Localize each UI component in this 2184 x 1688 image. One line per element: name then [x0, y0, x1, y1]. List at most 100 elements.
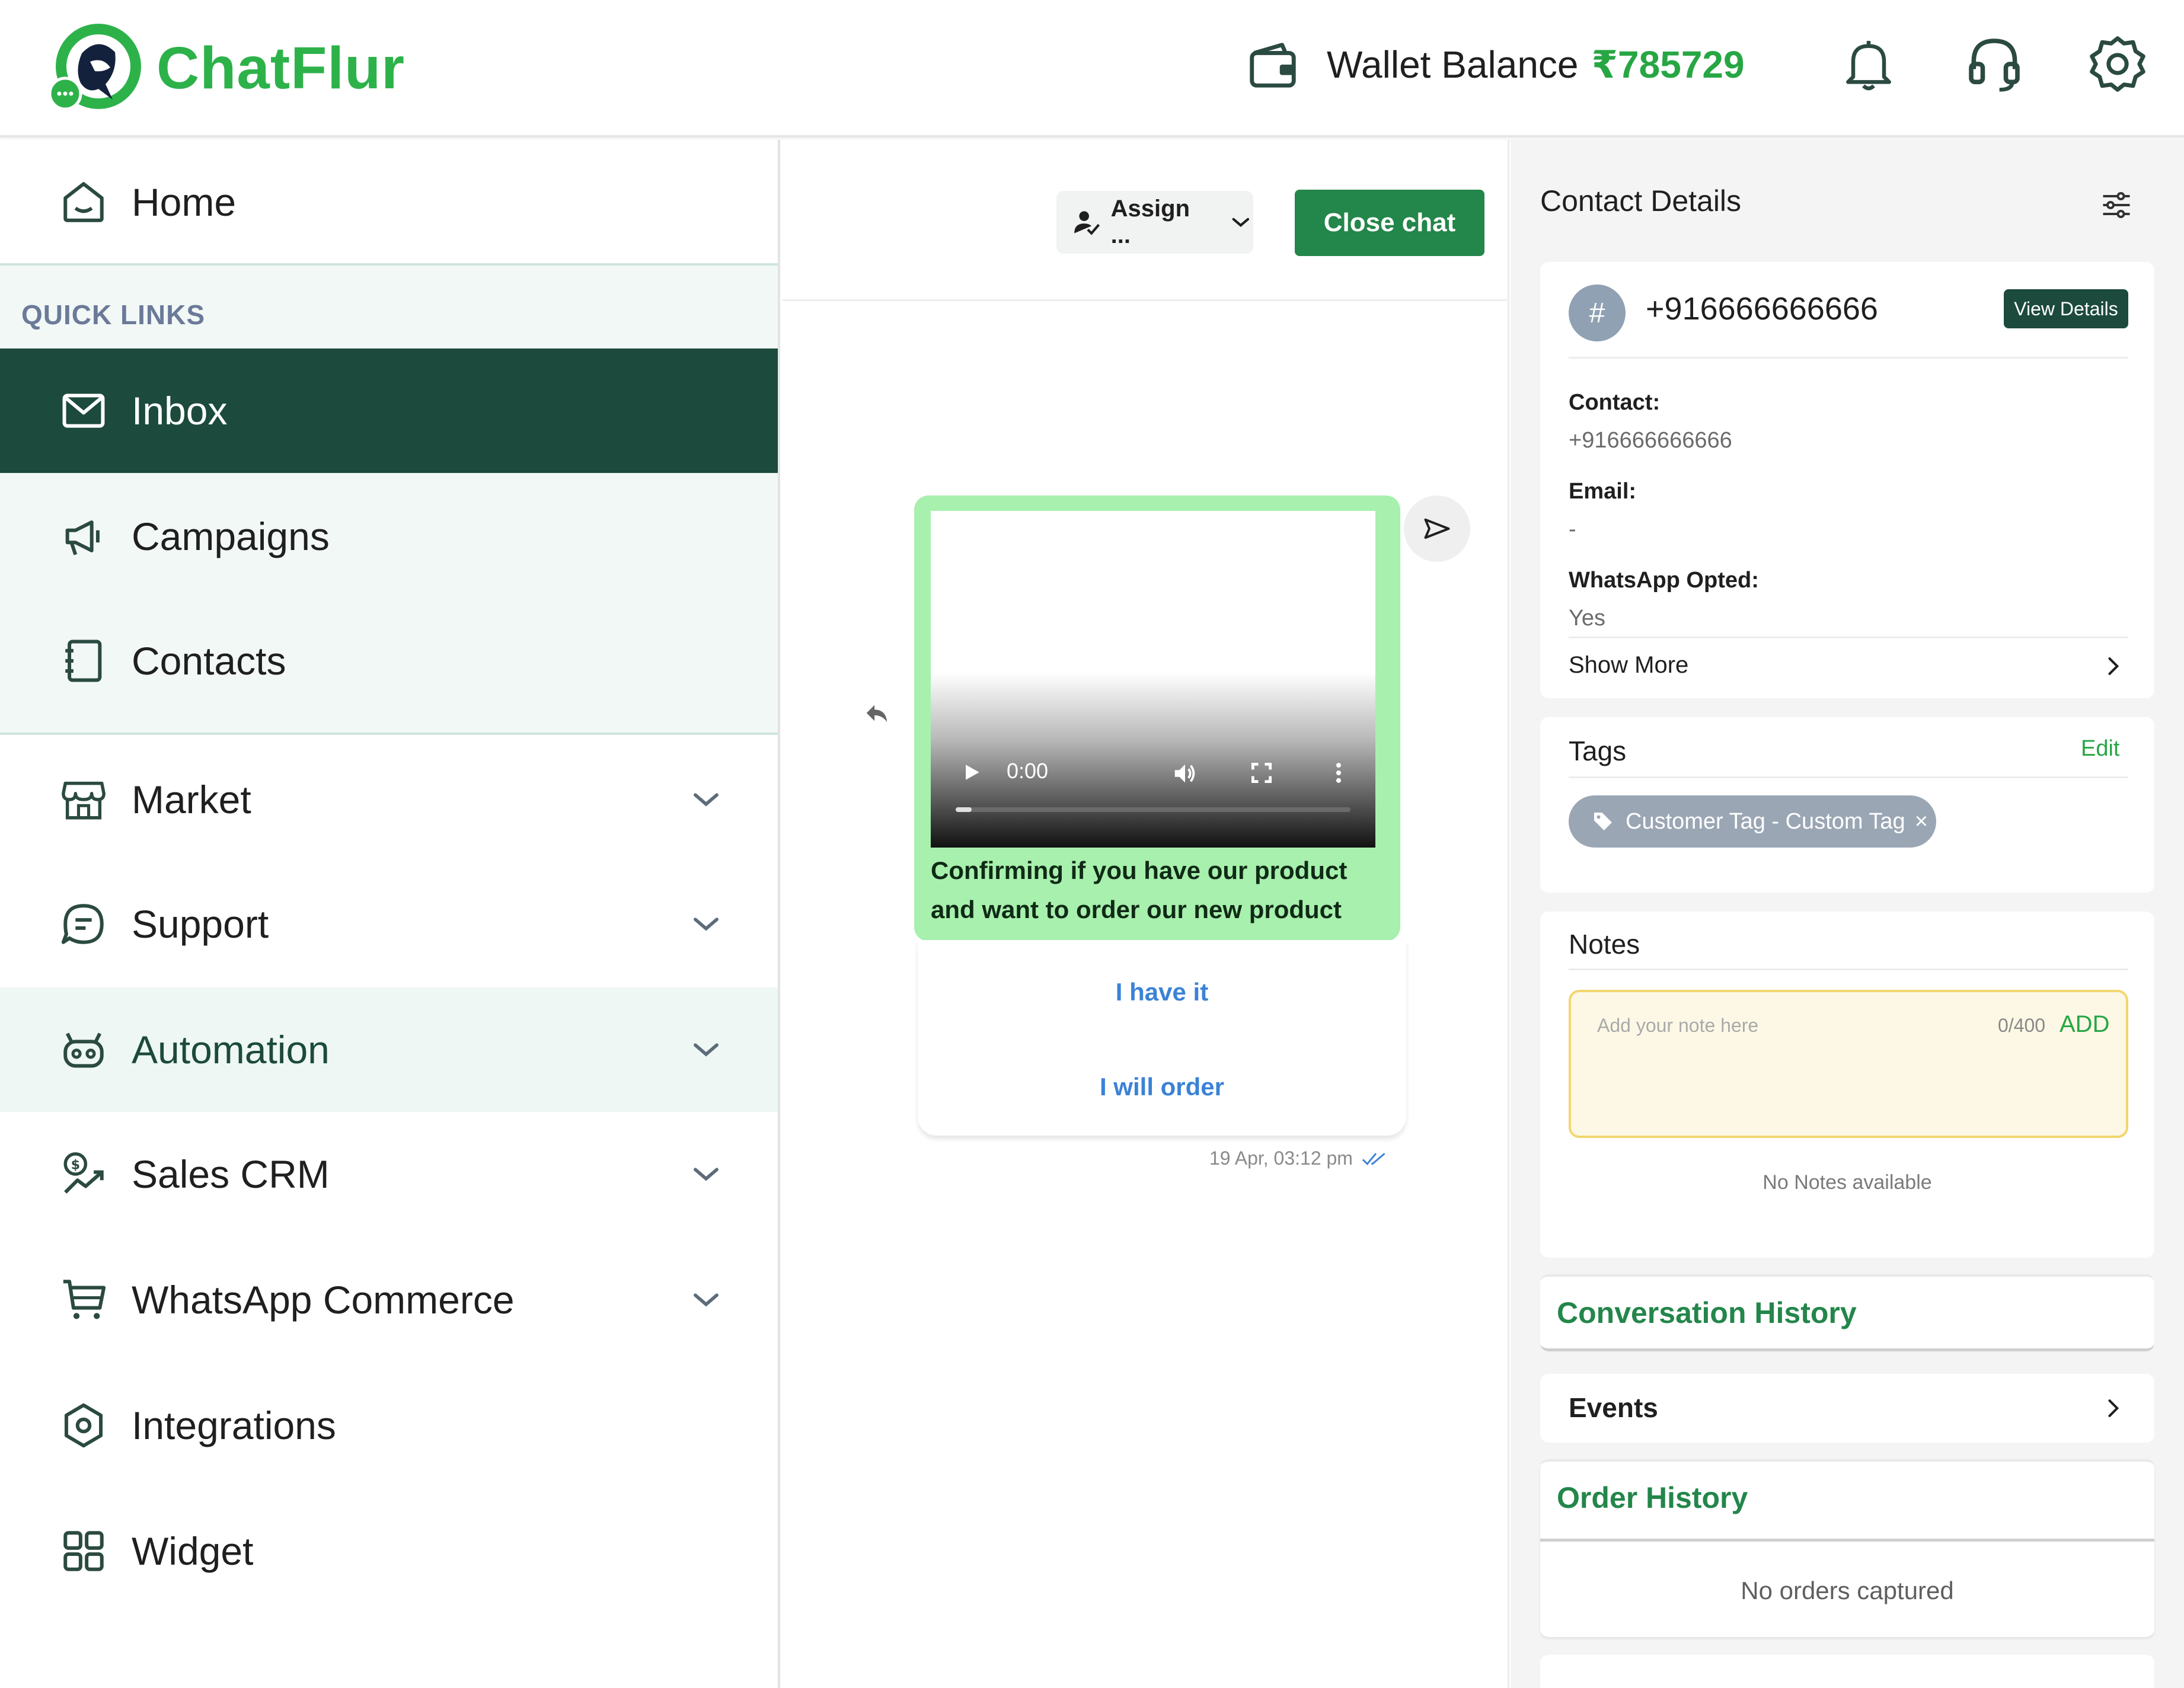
whatsapp-opted-value: Yes [1569, 606, 1605, 631]
tags-edit-link[interactable]: Edit [2081, 736, 2119, 762]
contact-phone: +916666666666 [1646, 291, 1878, 327]
video-progress [956, 807, 972, 812]
whatsapp-opted-label: WhatsApp Opted: [1569, 568, 1759, 593]
chevron-down-icon[interactable] [688, 1031, 724, 1068]
volume-icon[interactable] [1171, 760, 1199, 787]
sidebar-item-inbox[interactable]: Inbox [0, 349, 778, 473]
address-book-icon [65, 640, 102, 682]
chevron-down-icon [1232, 218, 1250, 227]
cart-icon [63, 1280, 106, 1319]
chevron-right-icon[interactable] [2100, 653, 2126, 679]
forward-button[interactable] [1404, 495, 1470, 562]
reply-icon[interactable] [863, 699, 890, 727]
sidebar-item-home[interactable]: Home [0, 140, 778, 264]
filter-sliders-icon[interactable] [2099, 187, 2134, 223]
notes-title: Notes [1569, 929, 1640, 960]
note-char-count: 0/400 [1998, 1015, 2046, 1036]
sidebar-item-market[interactable]: Market [0, 737, 778, 862]
tag-chip[interactable]: Customer Tag - Custom Tag × [1569, 795, 1936, 848]
sidebar-item-label: Widget [132, 1529, 254, 1573]
sidebar-item-widget[interactable]: Widget [0, 1489, 778, 1613]
tags-card: Tags Edit Customer Tag - Custom Tag × [1540, 717, 2154, 893]
divider [1569, 968, 2128, 970]
wallet-amount: ₹785729 [1591, 43, 1745, 86]
sidebar-item-contacts[interactable]: Contacts [0, 599, 778, 723]
contact-details-panel: Contact Details # +916666666666 View Det… [1511, 140, 2184, 1688]
sidebar-item-label: Inbox [132, 389, 228, 433]
email-label: Email: [1569, 479, 1637, 504]
chat-bubble-icon [61, 904, 104, 944]
grid-icon [63, 1531, 104, 1571]
mail-icon [62, 394, 105, 428]
show-more-link[interactable]: Show More [1569, 652, 1688, 679]
add-note-button[interactable]: ADD [2060, 1011, 2109, 1038]
wallet-icon [1250, 43, 1296, 88]
headset-icon[interactable] [1963, 33, 2025, 95]
sidebar-item-support[interactable]: Support [0, 862, 778, 986]
conversation-history-title: Conversation History [1557, 1296, 1857, 1329]
quick-links-heading: QUICK LINKS [21, 299, 205, 330]
quick-reply-i-have-it[interactable]: I have it [918, 978, 1406, 1006]
order-history-title[interactable]: Order History [1557, 1481, 1748, 1515]
email-value: - [1569, 517, 1576, 542]
message-timestamp: 19 Apr, 03:12 pm [1209, 1147, 1387, 1169]
tags-title: Tags [1569, 736, 1627, 766]
more-vertical-icon[interactable] [1326, 760, 1352, 786]
wallet-balance[interactable]: Wallet Balance ₹785729 [1245, 37, 1745, 92]
chevron-right-icon [2108, 1399, 2119, 1417]
order-history-card: Order History No orders captured [1540, 1459, 2154, 1637]
tag-icon [1594, 813, 1612, 830]
video-seek-bar[interactable] [956, 807, 1350, 812]
sidebar-item-label: Integrations [132, 1404, 336, 1447]
quick-reply-i-will-order[interactable]: I will order [918, 1073, 1406, 1101]
sidebar-item-label: WhatsApp Commerce [132, 1278, 515, 1322]
message-bubble: 0:00 Confirming if you have our product … [914, 495, 1400, 941]
chatflur-logo-icon [48, 24, 141, 111]
contact-label: Contact: [1569, 390, 1661, 415]
chevron-down-icon[interactable] [688, 906, 724, 942]
wallet-label: Wallet Balance [1327, 43, 1579, 86]
sidebar: Home QUICK LINKS Inbox Campaigns Contact… [0, 140, 780, 1688]
video-player[interactable]: 0:00 [931, 511, 1375, 848]
events-row[interactable]: Events [1540, 1374, 2154, 1443]
partial-section-below [1540, 1655, 2154, 1688]
close-chat-button[interactable]: Close chat [1295, 190, 1484, 256]
divider [1569, 637, 2128, 638]
assign-user-icon [1074, 211, 1100, 235]
sidebar-item-sales-crm[interactable]: $ Sales CRM [0, 1112, 778, 1236]
sidebar-item-campaigns[interactable]: Campaigns [0, 474, 778, 599]
divider [1569, 776, 2128, 778]
note-placeholder: Add your note here [1597, 1015, 1759, 1036]
assign-dropdown[interactable]: Assign ... [1056, 191, 1253, 254]
contact-card: # +916666666666 View Details Contact: +9… [1540, 262, 2154, 698]
chat-pane: Assign ... Close chat 0:00 Confirming if… [783, 140, 1509, 1688]
sidebar-item-whatsapp-commerce[interactable]: WhatsApp Commerce [0, 1238, 778, 1362]
bell-icon[interactable] [1838, 33, 1899, 95]
tag-label: Customer Tag - Custom Tag [1626, 808, 1905, 834]
note-input[interactable]: Add your note here 0/400 ADD [1569, 990, 2128, 1138]
conversation-history-accordion[interactable]: Conversation History [1540, 1274, 2154, 1351]
fullscreen-icon[interactable] [1249, 760, 1275, 786]
sidebar-item-integrations[interactable]: Integrations [0, 1363, 778, 1488]
divider [1540, 1539, 2154, 1542]
chevron-down-icon[interactable] [688, 1156, 724, 1193]
megaphone-icon [65, 520, 100, 555]
home-icon [63, 182, 104, 222]
sidebar-item-label: Contacts [132, 639, 286, 683]
view-details-button[interactable]: View Details [2004, 289, 2128, 328]
play-icon[interactable] [962, 762, 982, 782]
sidebar-item-automation[interactable]: Automation [0, 987, 778, 1112]
chevron-down-icon[interactable] [688, 781, 724, 818]
no-orders-text: No orders captured [1741, 1577, 1954, 1604]
gear-icon[interactable] [2087, 33, 2148, 95]
chevron-down-icon[interactable] [688, 1281, 724, 1318]
tag-remove-icon[interactable]: × [1915, 809, 1928, 835]
hexagon-icon [64, 1403, 103, 1448]
divider [1569, 357, 2128, 359]
forward-icon [1424, 518, 1450, 539]
events-label: Events [1569, 1392, 1658, 1423]
top-header: ChatFlur Wallet Balance ₹785729 [0, 0, 2184, 138]
notes-card: Notes Add your note here 0/400 ADD No No… [1540, 912, 2154, 1258]
sidebar-item-label: Market [132, 778, 251, 821]
brand-logo[interactable]: ChatFlur [46, 18, 405, 119]
